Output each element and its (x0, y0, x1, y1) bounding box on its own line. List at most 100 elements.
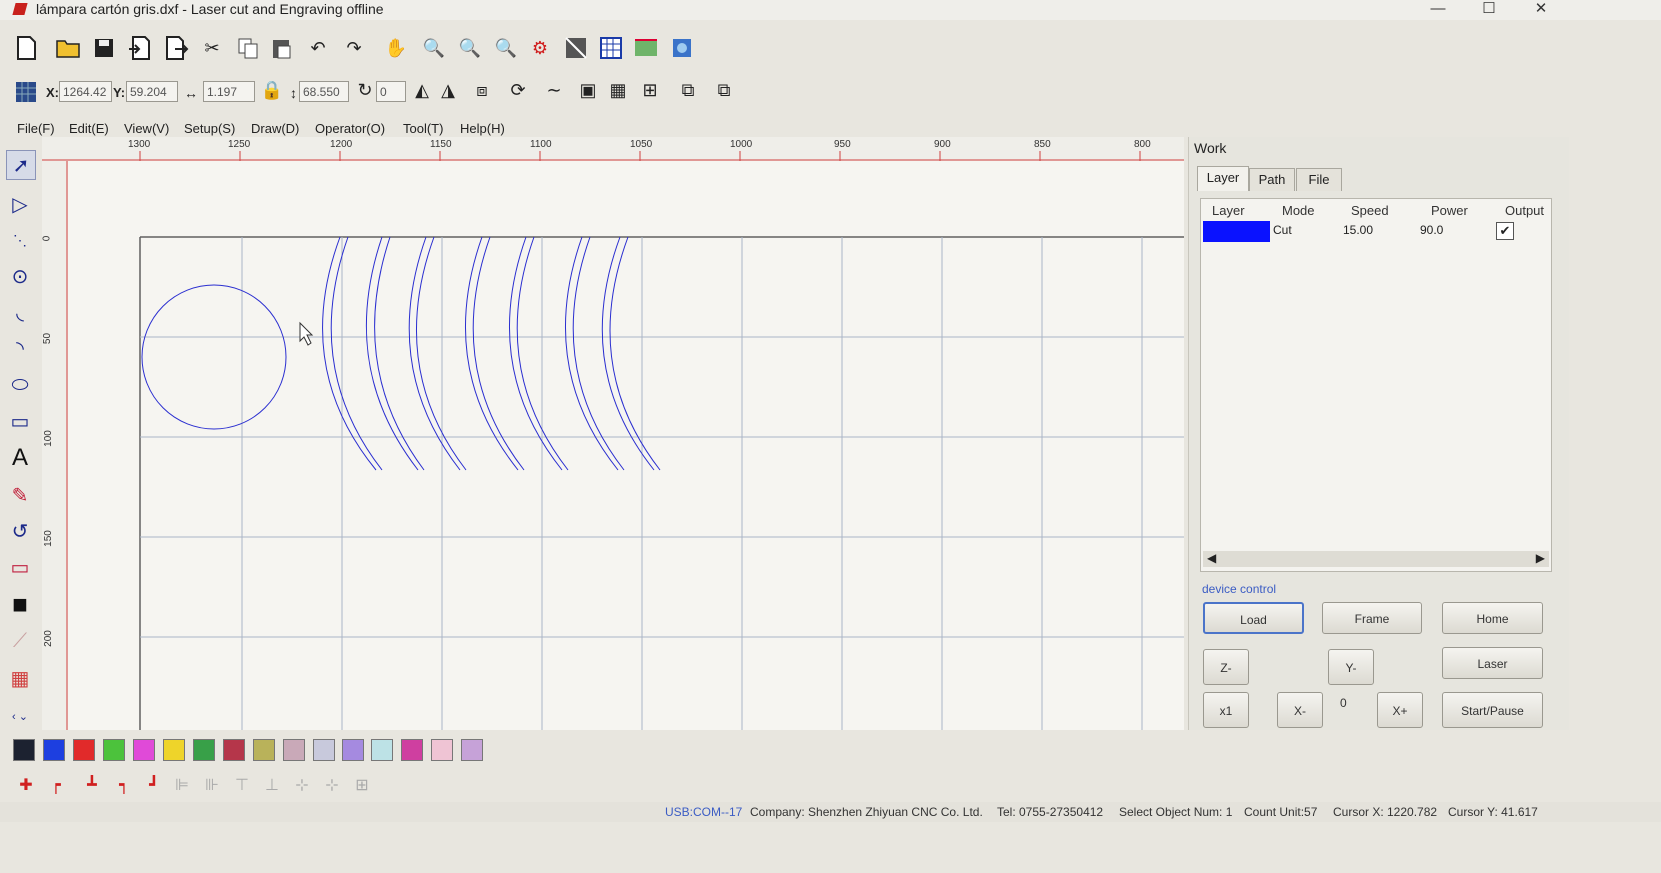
open-folder-icon[interactable] (54, 34, 82, 62)
rectangle-icon[interactable]: ▭ (6, 407, 34, 435)
menu-view[interactable]: View(V) (124, 121, 169, 136)
z-minus-button[interactable]: Z- (1203, 649, 1249, 685)
align-right-icon[interactable]: ⊪ (200, 773, 224, 797)
palette-swatch[interactable] (283, 739, 305, 761)
menu-tool[interactable]: Tool(T) (403, 121, 443, 136)
settings-gear-icon[interactable]: ⚙ (526, 34, 554, 62)
node-edit-icon[interactable]: ▷ (6, 190, 34, 218)
align-hcenter-icon[interactable]: ⊹ (290, 773, 314, 797)
close-button[interactable]: ✕ (1526, 0, 1556, 20)
menu-draw[interactable]: Draw(D) (251, 121, 299, 136)
zoom-in-icon[interactable]: 🔍 (456, 34, 484, 62)
arc-3point-icon[interactable]: ◝ (6, 334, 34, 362)
width-field[interactable]: 1.197 (203, 81, 255, 102)
bitmap-icon[interactable]: ▭ (6, 553, 34, 581)
palette-swatch[interactable] (253, 739, 275, 761)
laser-button[interactable]: Laser (1442, 647, 1543, 679)
lock-icon[interactable]: 🔒 (258, 76, 286, 104)
circle-shape[interactable] (141, 284, 287, 430)
maximize-button[interactable]: ☐ (1474, 0, 1504, 20)
grid-icon[interactable] (597, 34, 625, 62)
palette-swatch[interactable] (342, 739, 364, 761)
select-arrow-icon[interactable]: ➚ (6, 150, 36, 180)
y-minus-button[interactable]: Y- (1328, 649, 1374, 685)
arc-shapes[interactable] (322, 236, 661, 471)
layer-grid-icon[interactable] (12, 78, 40, 106)
laser-output-icon[interactable] (668, 34, 696, 62)
align-bottom-icon[interactable]: ⊥ (260, 773, 284, 797)
start-pause-button[interactable]: Start/Pause (1442, 692, 1543, 728)
align-vcenter-icon[interactable]: ⊹ (320, 773, 344, 797)
align-center-icon[interactable]: ⧈ (468, 76, 496, 104)
layer-speed-cell[interactable]: 15.00 (1343, 223, 1373, 237)
arc-icon[interactable]: ◟ (6, 298, 34, 326)
tab-path[interactable]: Path (1249, 168, 1295, 191)
scroll-left-icon[interactable]: ◀ (1207, 551, 1216, 565)
mirror-vertical-icon[interactable]: ◮ (434, 76, 462, 104)
palette-swatch[interactable] (13, 739, 35, 761)
zoom-out-icon[interactable]: 🔍 (492, 34, 520, 62)
x-minus-button[interactable]: X- (1277, 692, 1323, 728)
palette-swatch[interactable] (461, 739, 483, 761)
copy-icon[interactable] (234, 34, 262, 62)
measure-icon[interactable]: ✎ (6, 481, 34, 509)
minimize-button[interactable]: — (1423, 0, 1453, 20)
align-bottom-left-icon[interactable]: ┻ (80, 773, 104, 797)
simulate-icon[interactable] (632, 34, 660, 62)
palette-swatch[interactable] (73, 739, 95, 761)
layer-table-scrollbar[interactable]: ◀ ▶ (1203, 551, 1549, 567)
redo-icon[interactable]: ↷ (340, 34, 368, 62)
palette-swatch[interactable] (133, 739, 155, 761)
layer-color-swatch[interactable] (1203, 221, 1270, 242)
align-top-left-icon[interactable]: ┍ (44, 773, 68, 797)
save-icon[interactable] (90, 34, 118, 62)
palette-swatch[interactable] (193, 739, 215, 761)
layer-power-cell[interactable]: 90.0 (1420, 223, 1443, 237)
align-center-point-icon[interactable]: ✚ (14, 773, 38, 797)
array-icon[interactable] (562, 34, 590, 62)
combine-icon[interactable]: ⧉ (674, 76, 702, 104)
rotate-tool-icon[interactable]: ↺ (6, 517, 34, 545)
load-button[interactable]: Load (1203, 602, 1304, 634)
expand-more-icon[interactable]: ‹ ⌄ (6, 708, 34, 724)
import-icon[interactable] (126, 34, 154, 62)
align-left-icon[interactable]: ⊫ (170, 773, 194, 797)
new-file-icon[interactable] (12, 34, 40, 62)
fill-icon[interactable]: ■ (6, 589, 34, 619)
menu-file[interactable]: File(F) (17, 121, 55, 136)
palette-swatch[interactable] (371, 739, 393, 761)
align-top-right-icon[interactable]: ┑ (112, 773, 136, 797)
menu-help[interactable]: Help(H) (460, 121, 505, 136)
menu-setup[interactable]: Setup(S) (184, 121, 235, 136)
menu-edit[interactable]: Edit(E) (69, 121, 109, 136)
ellipse-icon[interactable]: ⬭ (6, 371, 34, 399)
palette-swatch[interactable] (43, 739, 65, 761)
rotate-object-icon[interactable]: ⟳ (504, 76, 532, 104)
menu-operator[interactable]: Operator(O) (315, 121, 385, 136)
text-tool-icon[interactable]: A (6, 444, 34, 472)
height-field[interactable]: 68.550 (299, 81, 349, 102)
layer-mode-cell[interactable]: Cut (1273, 223, 1292, 237)
rotate-field[interactable]: 0 (376, 81, 406, 102)
distribute-icon[interactable]: ⊞ (350, 773, 374, 797)
mirror-horizontal-icon[interactable]: ◭ (408, 76, 436, 104)
paste-icon[interactable] (268, 34, 296, 62)
frame-box-icon[interactable]: ▣ (574, 76, 602, 104)
undo-icon[interactable]: ↶ (304, 34, 332, 62)
drawing-canvas[interactable] (42, 137, 1184, 730)
pan-hand-icon[interactable]: ✋ (382, 34, 410, 62)
x-plus-button[interactable]: X+ (1377, 692, 1423, 728)
zoom-select-icon[interactable]: 🔍 (420, 34, 448, 62)
palette-swatch[interactable] (313, 739, 335, 761)
step-x1-button[interactable]: x1 (1203, 692, 1249, 728)
tab-layer[interactable]: Layer (1197, 166, 1249, 191)
frame-button[interactable]: Frame (1322, 602, 1422, 634)
cut-icon[interactable]: ✂ (198, 34, 226, 62)
layer-output-checkbox[interactable]: ✔ (1496, 222, 1514, 240)
break-apart-icon[interactable]: ⧉ (710, 76, 738, 104)
align-top-icon[interactable]: ⊤ (230, 773, 254, 797)
palette-swatch[interactable] (163, 739, 185, 761)
palette-swatch[interactable] (431, 739, 453, 761)
line-icon[interactable]: ⋱ (6, 226, 34, 254)
palette-swatch[interactable] (223, 739, 245, 761)
